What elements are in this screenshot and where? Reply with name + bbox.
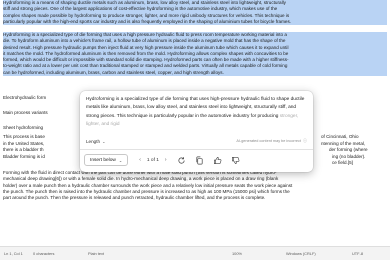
text-fragment: ing (no bladder). — [332, 153, 366, 159]
zoom-level[interactable]: 100% — [232, 251, 242, 256]
text-line: there is a bladder th — [3, 147, 44, 152]
popup-actions: Insert below ⌄ ‹ 1 of 1 › — [84, 153, 307, 167]
line-ending[interactable]: Windows (CRLF) — [286, 251, 316, 256]
paragraph-process[interactable]: Hydroforming is a specialized type of di… — [3, 32, 387, 76]
pager: ‹ 1 of 1 › — [139, 157, 166, 163]
summary-popup: Hydroforming is a specialized type of di… — [80, 91, 313, 172]
popup-tools — [177, 156, 240, 165]
insert-below-button[interactable]: Insert below ⌄ — [84, 154, 129, 166]
text-line: particularly popular with the high-end s… — [3, 18, 292, 24]
chevron-down-icon[interactable]: ⌄ — [119, 158, 122, 163]
encoding[interactable]: UTF-8 — [352, 251, 363, 256]
text-fragment: ce field.[5] — [332, 160, 353, 165]
summary-text: Hydroforming is a specialized type of di… — [86, 96, 307, 130]
insert-below-label: Insert below — [90, 157, 116, 163]
notepad-window: Hydroforming is a means of shaping ducti… — [0, 0, 390, 260]
refresh-icon[interactable] — [177, 156, 186, 165]
thumbs-down-icon[interactable] — [231, 156, 240, 165]
paragraph-forming[interactable]: Forming with the fluid in direct contact… — [3, 170, 387, 201]
info-icon[interactable]: ⓘ — [303, 138, 307, 144]
previous-icon[interactable]: ‹ — [139, 157, 141, 163]
format-indicator: Plain text — [88, 251, 105, 256]
text-line: Bladder forming is id — [3, 153, 45, 159]
text-fragment: der forming (where — [329, 147, 368, 152]
next-icon[interactable]: › — [165, 157, 167, 163]
copy-icon[interactable] — [195, 156, 204, 165]
thumbs-up-icon[interactable] — [213, 156, 222, 165]
text-line: Sheet hydroforming — [3, 125, 44, 130]
page-indicator: 1 of 1 — [146, 157, 159, 163]
text-line: part around the punch. Then the pressure… — [3, 195, 266, 200]
divider — [80, 149, 313, 150]
text-line: in the United States, — [3, 140, 45, 146]
text-fragment: ntenning of the metal, — [321, 140, 366, 146]
summary-main-text: Hydroforming is a specialized type of di… — [86, 97, 305, 119]
text-fragment: of Cincinnati, Ohio — [321, 134, 359, 139]
chevron-down-icon: ⌄ — [102, 138, 106, 144]
ai-disclaimer-text: AI-generated content may be incorrect — [236, 139, 301, 143]
cursor-position: Ln 1, Col 1 — [4, 251, 23, 256]
character-count: 0 characters — [33, 251, 55, 256]
text-line: This process is base — [3, 134, 45, 139]
paragraph-intro[interactable]: Hydroforming is a means of shaping ducti… — [3, 0, 387, 25]
text-line: can be hydroformed, including aluminum, … — [3, 69, 224, 75]
status-bar: Ln 1, Col 1 0 characters Plain text 100%… — [0, 246, 390, 260]
length-label: Length — [86, 138, 101, 144]
ai-disclaimer: AI-generated content may be incorrect ⓘ — [236, 138, 307, 144]
